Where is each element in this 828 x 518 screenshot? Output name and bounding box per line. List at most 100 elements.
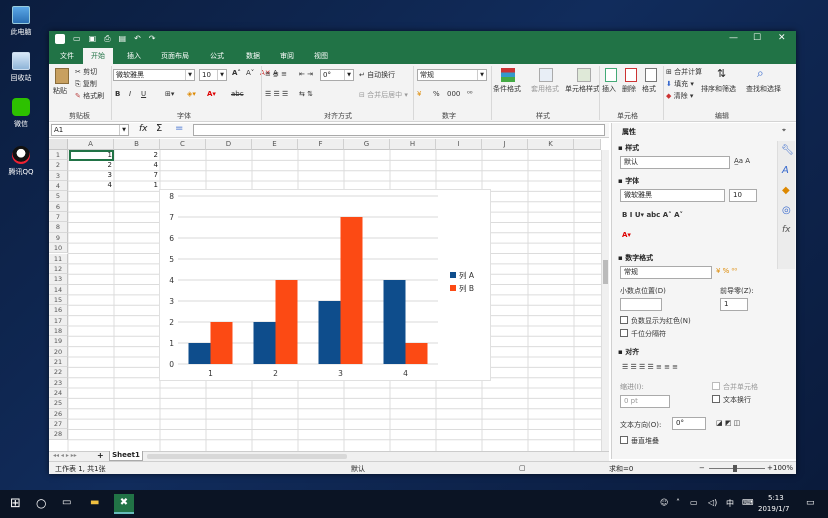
comma-button[interactable]: 000 (447, 90, 460, 98)
spreadsheet-app-icon[interactable]: ✖ (114, 494, 134, 514)
cell-style-button[interactable]: 单元格样式 (565, 84, 600, 94)
cell-b2[interactable]: 4 (114, 161, 160, 169)
panel-font-size[interactable]: 10 (729, 189, 757, 202)
negative-red-checkbox[interactable] (620, 316, 628, 324)
wrench-icon[interactable]: 🔧︎ (781, 145, 794, 156)
merge-cells-checkbox[interactable] (712, 382, 720, 390)
clock-time[interactable]: 5:13 (768, 494, 784, 502)
panel-pin-icon[interactable]: ⌖ (782, 126, 786, 135)
text-direction-select[interactable]: 0° (672, 417, 706, 430)
print-icon[interactable]: ⎙ (104, 34, 110, 44)
task-view-icon[interactable]: ▭ (62, 497, 71, 508)
column-header-f[interactable]: F (298, 139, 344, 150)
function-icon[interactable]: fx (139, 124, 148, 134)
insert-cells-button[interactable]: 插入 (602, 84, 616, 94)
column-header-e[interactable]: E (252, 139, 298, 150)
zoom-in-button[interactable]: + (767, 464, 773, 472)
decimal-icon[interactable]: ⁰⁰ (467, 90, 473, 98)
row-header[interactable]: 28 (49, 429, 68, 440)
add-sheet-button[interactable]: + (97, 451, 104, 460)
row-header[interactable]: 18 (49, 325, 68, 337)
panel-font-style-icons[interactable]: B I U▾ abc A˄ A˅ (622, 211, 683, 219)
percent-button[interactable]: % (433, 90, 440, 98)
shrink-font-icon[interactable]: A˅ (246, 69, 254, 77)
vertical-stack-checkbox[interactable] (620, 436, 628, 444)
preview-icon[interactable]: ▤ (119, 34, 127, 44)
panel-number-icons[interactable]: ¥ % ⁰⁰ (716, 267, 737, 275)
number-format-section-head[interactable]: ▪ 数字格式 (618, 253, 653, 263)
font-family-select[interactable]: 微软雅黑 ▼ (113, 69, 195, 81)
merge-calc-button[interactable]: ⊞ 合并计算 (666, 67, 702, 77)
thousands-checkbox[interactable] (620, 329, 628, 337)
cell-a1[interactable]: 1 (68, 151, 114, 159)
orientation-icon[interactable]: ⇆ ⇅ (299, 90, 313, 98)
column-header-j[interactable]: J (482, 139, 528, 150)
text-orientation-icons[interactable]: ◪ ◩ ◫ (716, 419, 740, 427)
row-header[interactable]: 12 (49, 263, 68, 275)
row-header[interactable]: 20 (49, 346, 68, 357)
sort-filter-button[interactable]: 排序和筛选 (701, 84, 736, 94)
cell-a2[interactable]: 2 (68, 161, 114, 169)
font-color-icon[interactable]: A▾ (207, 90, 216, 98)
network-icon[interactable]: ▭ (690, 498, 698, 507)
row-header[interactable]: 4 (49, 181, 68, 192)
column-header-c[interactable]: C (160, 139, 206, 150)
horizontal-scrollbar[interactable] (147, 454, 347, 459)
windows-start-icon[interactable]: ⊞ (10, 496, 21, 511)
style-section-head[interactable]: ▪ 样式 (618, 143, 639, 153)
row-header[interactable]: 8 (49, 222, 68, 233)
tab-file[interactable]: 文件 (53, 48, 81, 64)
row-header[interactable]: 10 (49, 243, 68, 254)
conditional-format-button[interactable]: 条件格式 (493, 84, 521, 94)
cell-b1[interactable]: 2 (114, 151, 160, 159)
cut-button[interactable]: ✂ 剪切 (75, 67, 97, 77)
clock-date[interactable]: 2019/1/7 (758, 505, 789, 513)
indent-input[interactable]: 0 pt (620, 395, 670, 408)
row-header[interactable]: 13 (49, 274, 68, 285)
table-style-button[interactable]: 套用格式 (531, 84, 559, 94)
number-format-select[interactable]: 常规 ▼ (417, 69, 487, 81)
clear-button[interactable]: ◆ 清除 ▾ (666, 91, 693, 101)
column-header-i[interactable]: I (436, 139, 482, 150)
row-header[interactable]: 1 (49, 150, 68, 161)
minimize-button[interactable]: — (729, 33, 738, 43)
currency-icon[interactable]: ¥ (417, 90, 421, 98)
column-header-g[interactable]: G (344, 139, 390, 150)
name-box[interactable]: A1 ▼ (51, 124, 129, 136)
leading-zero-input[interactable]: 1 (720, 298, 748, 311)
panel-number-format[interactable]: 常规 (620, 266, 712, 279)
cell-b4[interactable]: 1 (114, 181, 160, 189)
fill-button[interactable]: ⬇ 填充 ▾ (666, 79, 694, 89)
text-angle-select[interactable]: 0° ▼ (320, 69, 354, 81)
row-header[interactable]: 21 (49, 357, 68, 368)
tab-home[interactable]: 开始 (83, 48, 113, 64)
wrap-text-checkbox[interactable] (712, 395, 720, 403)
desktop-icon-recycle-bin[interactable]: 回收站 (4, 52, 38, 83)
row-header[interactable]: 5 (49, 191, 68, 202)
underline-button[interactable]: U (141, 90, 146, 98)
decimals-input[interactable] (620, 298, 662, 311)
row-header[interactable]: 24 (49, 388, 68, 399)
maximize-button[interactable]: ☐ (753, 33, 761, 43)
tab-page-layout[interactable]: 页面布局 (155, 48, 195, 64)
zoom-slider[interactable] (709, 465, 765, 472)
strikethrough-button[interactable]: abc (231, 90, 244, 98)
ime-indicator[interactable]: 中 (726, 498, 734, 509)
row-header[interactable]: 26 (49, 408, 68, 420)
border-icon[interactable]: ⊞▾ (165, 90, 174, 98)
cell-a4[interactable]: 4 (68, 181, 114, 189)
row-header[interactable]: 22 (49, 367, 68, 378)
cell-a3[interactable]: 3 (68, 171, 114, 179)
panel-align-icons[interactable]: ☰ ☰ ☰ ☰ ≡ ≡ ≡ (622, 363, 678, 371)
vertical-scrollbar[interactable] (601, 150, 609, 451)
sheet-nav-icon[interactable]: ◂◂ ◂ ▸ ▸▸ (53, 452, 77, 459)
column-header-b[interactable]: B (114, 139, 160, 150)
align-left-icon[interactable]: ☰ ☰ ☰ (265, 90, 288, 98)
tab-view[interactable]: 视图 (307, 48, 335, 64)
sum-icon[interactable]: Σ (156, 123, 162, 134)
navigator-icon[interactable]: ◎ (782, 205, 791, 216)
row-header[interactable]: 15 (49, 294, 68, 306)
undo-icon[interactable]: ↶ (134, 34, 141, 44)
equals-icon[interactable]: = (175, 123, 183, 134)
delete-cells-button[interactable]: 删除 (622, 84, 636, 94)
